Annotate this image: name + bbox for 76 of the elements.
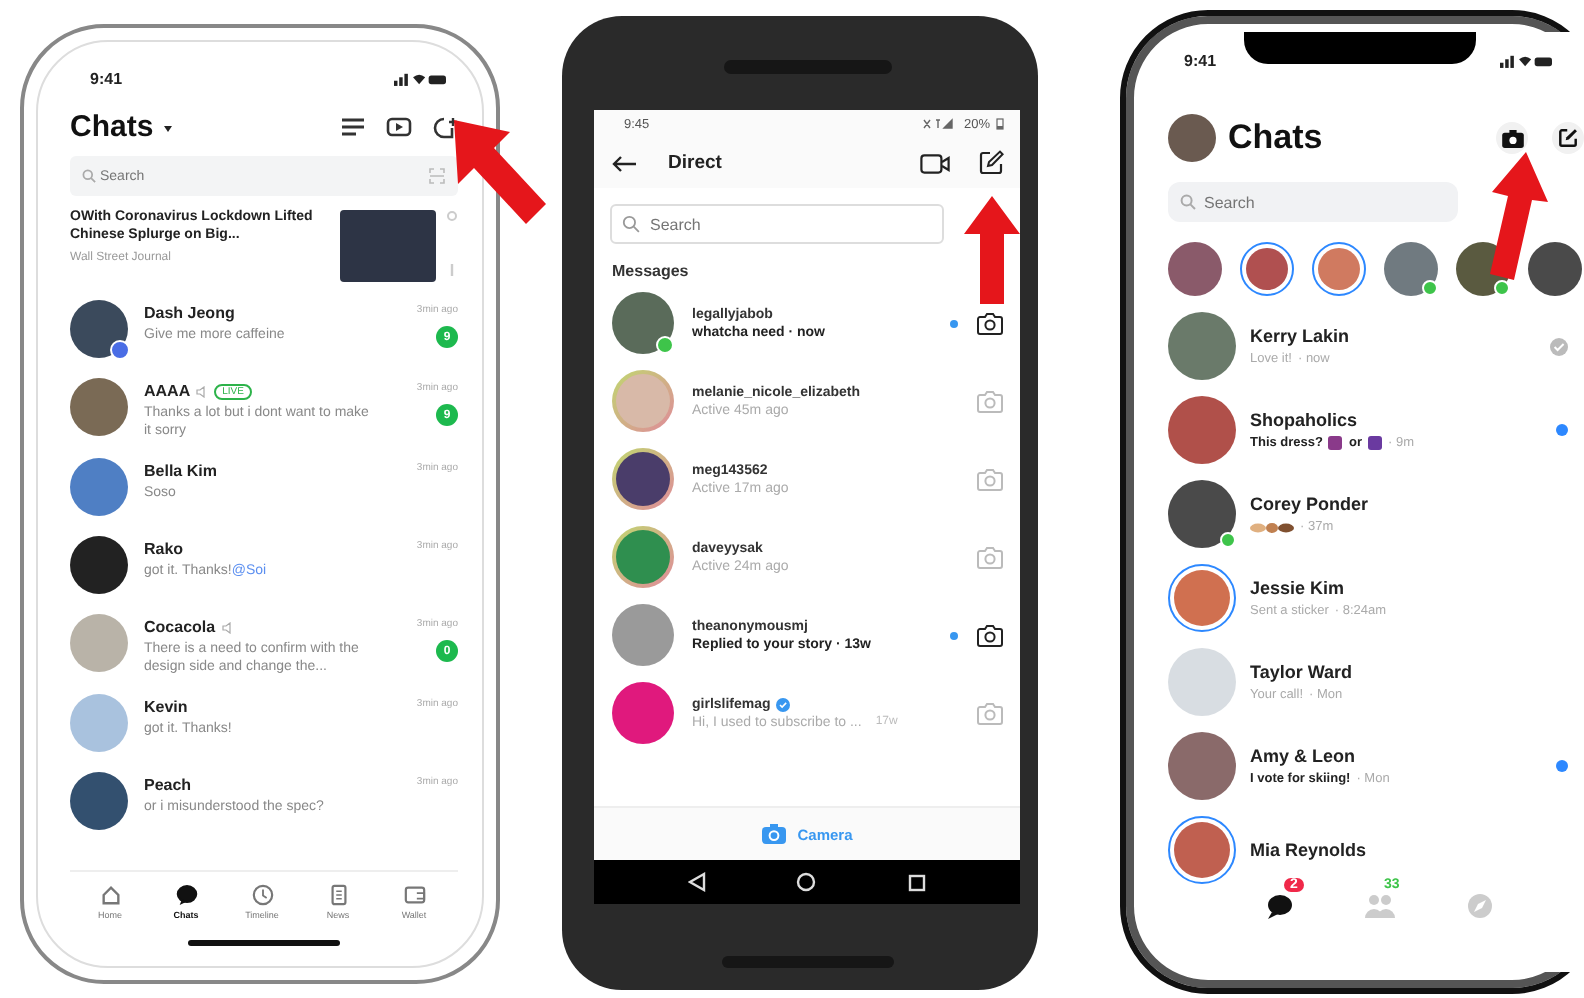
avatar[interactable] xyxy=(1168,480,1236,548)
chat-name: Shopaholics xyxy=(1250,410,1360,430)
chat-name: Jessie Kim xyxy=(1250,578,1347,598)
status-time: 9:41 xyxy=(1184,52,1217,70)
chat-name: Taylor Ward xyxy=(1250,662,1355,682)
screen-title: Direct xyxy=(668,152,722,174)
compose-icon xyxy=(1558,128,1578,148)
avatar[interactable] xyxy=(70,536,128,595)
camera-icon[interactable] xyxy=(976,623,1004,647)
list-icon[interactable] xyxy=(340,116,366,138)
chat-name: Amy & Leon xyxy=(1250,746,1358,766)
chat-name: Mia Reynolds xyxy=(1250,840,1369,860)
home-icon[interactable] xyxy=(796,872,817,892)
video-camera-icon[interactable] xyxy=(920,153,950,173)
avatar[interactable] xyxy=(70,300,128,358)
chat-name: Peach xyxy=(144,776,192,795)
camera-icon[interactable] xyxy=(976,311,1004,335)
search-field[interactable]: Search xyxy=(610,204,944,244)
story-avatar[interactable] xyxy=(1240,242,1294,296)
chat-name: Bella Kim xyxy=(144,462,217,481)
chat-name: Cocacola xyxy=(144,618,216,637)
screen-title: Chats xyxy=(1228,118,1323,158)
shirt-icon xyxy=(1328,436,1343,450)
camera-icon xyxy=(761,824,786,844)
badge-icon xyxy=(110,340,130,360)
status-icons xyxy=(394,71,446,85)
unread-dot xyxy=(1556,424,1568,436)
status-icons xyxy=(921,118,958,130)
avatar[interactable] xyxy=(612,448,674,510)
section-heading: Messages xyxy=(612,262,691,280)
compass-icon xyxy=(1464,892,1496,920)
avatar[interactable] xyxy=(70,772,128,831)
search-icon xyxy=(1180,194,1196,210)
story-avatar[interactable] xyxy=(1528,242,1582,296)
back-icon[interactable] xyxy=(687,872,706,892)
chat-name: AAAA xyxy=(144,382,191,400)
verified-icon xyxy=(776,697,791,711)
story-avatar[interactable] xyxy=(1168,242,1222,296)
video-icon[interactable] xyxy=(386,116,412,138)
chat-name: Kevin xyxy=(144,698,188,717)
wallet-icon xyxy=(403,884,425,906)
search-icon xyxy=(82,169,96,183)
recent-apps-icon[interactable] xyxy=(908,873,927,891)
unread-dot xyxy=(950,631,958,639)
chat-name: Corey Ponder xyxy=(1250,494,1371,514)
chat-name: Kerry Lakin xyxy=(1250,326,1352,346)
back-arrow-icon[interactable] xyxy=(610,153,638,173)
status-time: 9:41 xyxy=(90,69,123,87)
chat-bubble-icon xyxy=(1264,892,1296,920)
profile-avatar[interactable] xyxy=(1168,114,1216,162)
status-icons xyxy=(1500,54,1552,68)
chat-icon xyxy=(175,884,197,906)
caret-icon[interactable] xyxy=(161,121,174,133)
search-icon xyxy=(622,215,640,233)
compose-button[interactable] xyxy=(1552,122,1584,154)
mute-icon xyxy=(221,621,234,634)
compose-icon[interactable] xyxy=(978,150,1004,176)
clock-icon xyxy=(251,884,273,906)
sent-check-icon xyxy=(1550,337,1568,355)
bag-icon xyxy=(1367,436,1382,450)
screen-title: Chats xyxy=(70,110,154,144)
camera-icon xyxy=(1501,129,1523,147)
story-avatar[interactable] xyxy=(1384,242,1438,296)
chat-name: Dash Jeong xyxy=(144,304,235,322)
battery-icon xyxy=(996,118,1004,130)
photo-placeholder xyxy=(340,210,436,282)
chat-name: Rako xyxy=(144,540,184,559)
unread-dot xyxy=(1556,760,1568,772)
pointer-arrow xyxy=(962,194,1022,306)
mute-icon xyxy=(196,385,209,397)
camera-button[interactable] xyxy=(1496,122,1528,154)
home-icon xyxy=(99,884,121,906)
people-icon xyxy=(1364,892,1396,920)
search-field[interactable]: Search xyxy=(1168,182,1458,222)
unread-dot xyxy=(950,319,958,327)
newspaper-icon xyxy=(327,884,349,906)
